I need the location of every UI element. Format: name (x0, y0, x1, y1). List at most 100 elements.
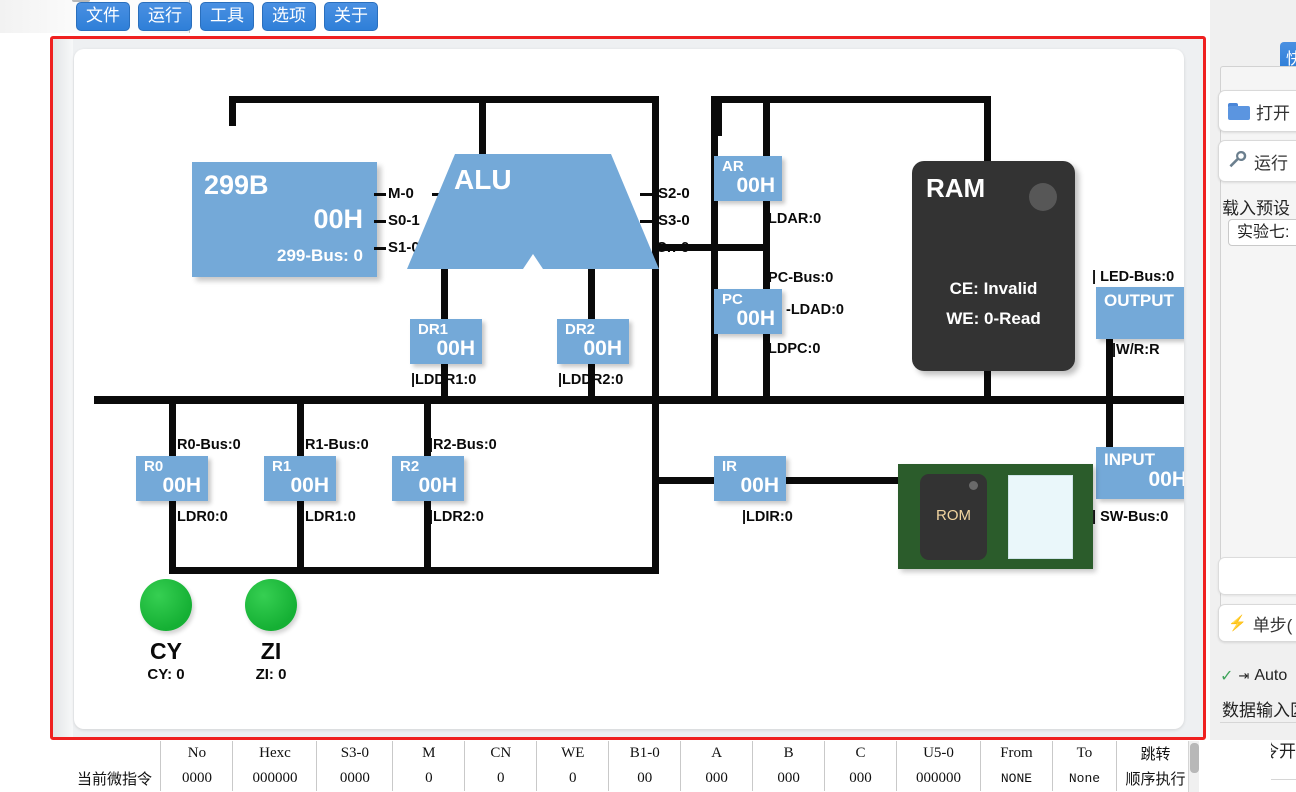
register-ir[interactable]: IR 00H (714, 456, 786, 501)
register-r1[interactable]: R1 00H (264, 456, 336, 501)
microinstruction-grid: No Hexc S3-0 M CN WE B1-0 A B C U5-0 Fro… (75, 741, 1196, 791)
alu-pin-dash-m0 (374, 193, 386, 196)
register-pc[interactable]: PC 00H (714, 289, 782, 334)
cell-u5-0: 000000 (896, 766, 981, 791)
register-output-label: OUTPUT (1104, 291, 1174, 310)
run-label: 运行 (1254, 153, 1288, 173)
bus-drop-299b (229, 96, 236, 126)
alu-pin-s2-0: S2-0 (658, 185, 690, 202)
cell-m: 0 (392, 766, 466, 791)
cell-jump: 顺序执行 (1116, 766, 1196, 791)
auto-checkbox[interactable]: ✓ ⇥ Auto (1220, 666, 1287, 686)
register-dr2[interactable]: DR2 00H (557, 319, 629, 364)
register-ar-name: AR (722, 158, 744, 175)
register-r0-value: 00H (162, 473, 201, 497)
th-a: A (680, 741, 754, 766)
lightning-icon: ⇥ (1238, 668, 1250, 683)
sidebar-tab-quick[interactable]: 快 (1280, 42, 1296, 68)
cell-hexc: 000000 (232, 766, 318, 791)
bus-main-horizontal (94, 396, 1184, 404)
run-button[interactable]: 运行 (1218, 140, 1296, 182)
signal-ldad: -LDAD:0 (786, 302, 844, 318)
step-button[interactable]: ⚡ 单步( (1218, 604, 1296, 642)
th-no: No (160, 741, 234, 766)
cell-b1-0: 00 (608, 766, 682, 791)
register-ir-name: IR (722, 458, 737, 475)
th-cn: CN (464, 741, 538, 766)
bus-ram-in (984, 119, 991, 164)
register-r1-value: 00H (290, 473, 329, 497)
preset-select[interactable]: 实验七: (1228, 219, 1296, 246)
table-row[interactable]: 当前微指令 0000 000000 0000 0 0 0 00 000 000 … (75, 766, 1196, 791)
led-zi-icon (245, 579, 297, 631)
register-r0[interactable]: R0 00H (136, 456, 208, 501)
led-zi-value: ZI: 0 (255, 666, 287, 683)
table-scrollbar[interactable] (1188, 741, 1199, 792)
microinstruction-table: No Hexc S3-0 M CN WE B1-0 A B C U5-0 Fro… (75, 741, 1271, 792)
register-input[interactable]: INPUT 00H (1096, 447, 1184, 499)
rom-board[interactable]: ROM (898, 464, 1093, 569)
menu-tab-list: 文件 运行 工具 选项 关于 (76, 2, 378, 31)
signal-r0-bus: |R0-Bus:0 (173, 437, 241, 453)
bus-ar-branch (715, 96, 770, 103)
check-icon: ✓ (1220, 668, 1234, 685)
signal-ldpc: |LDPC:0 (764, 341, 821, 357)
th-hexc: Hexc (232, 741, 318, 766)
led-zi-title: ZI (260, 638, 282, 664)
cell-b: 000 (752, 766, 826, 791)
register-ar[interactable]: AR 00H (714, 156, 782, 201)
menu-item-tools[interactable]: 工具 (200, 2, 254, 31)
preset-label: 载入预设 (1222, 199, 1290, 218)
ram-label: RAM (926, 173, 986, 203)
menu-item-run[interactable]: 运行 (138, 2, 192, 31)
signal-ldar: |LDAR:0 (764, 211, 822, 227)
alu-block[interactable]: ALU (407, 154, 659, 269)
bus-top-mid (479, 96, 659, 103)
register-output[interactable]: OUTPUT (1096, 287, 1184, 339)
th-blank (75, 741, 162, 766)
application-window: 文件 运行 工具 选项 关于 299B 00H 299-Bus: 0 M-0 S… (0, 0, 1296, 792)
alu-pin-dash-s20 (640, 193, 654, 196)
signal-ldir: |LDIR:0 (742, 509, 793, 525)
th-m: M (392, 741, 466, 766)
register-dr1[interactable]: DR1 00H (410, 319, 482, 364)
menu-item-options[interactable]: 选项 (262, 2, 316, 31)
th-s3-0: S3-0 (316, 741, 394, 766)
register-299b[interactable]: 299B 00H 299-Bus: 0 (192, 162, 377, 277)
diagram-frame: 299B 00H 299-Bus: 0 M-0 S0-1 S1-0 ALU S2… (53, 39, 1203, 737)
sidebar-divider-1 (1220, 722, 1296, 723)
sidebar-blank-button[interactable] (1218, 557, 1296, 595)
ram-block[interactable]: RAM CE: Invalid WE: 0-Read (912, 161, 1075, 371)
th-to: To (1052, 741, 1117, 766)
register-dr2-name: DR2 (565, 321, 596, 338)
cell-to: None (1052, 766, 1117, 791)
th-b: B (752, 741, 826, 766)
menu-item-about[interactable]: 关于 (324, 2, 378, 31)
signal-r2-bus: |R2-Bus:0 (429, 437, 497, 453)
rom-label: ROM (936, 507, 971, 524)
open-file-button[interactable]: 打开 (1218, 90, 1296, 132)
table-scrollbar-thumb[interactable] (1190, 743, 1199, 773)
alu-pin-s3-0: S3-0 (658, 212, 690, 229)
rom-window (1008, 475, 1073, 559)
register-r2[interactable]: R2 00H (392, 456, 464, 501)
register-299b-name: 299B (204, 170, 269, 200)
rom-chip: ROM (920, 474, 987, 560)
alu-pin-dash-s10 (374, 247, 386, 250)
register-ar-value: 00H (736, 173, 775, 197)
menu-item-file[interactable]: 文件 (76, 2, 130, 31)
bus-drop-alu-in (479, 96, 486, 156)
register-pc-name: PC (722, 291, 743, 308)
register-dr1-value: 00H (436, 336, 475, 360)
datapath-canvas[interactable]: 299B 00H 299-Bus: 0 M-0 S0-1 S1-0 ALU S2… (74, 49, 1184, 729)
cell-no: 0000 (160, 766, 234, 791)
signal-wr: |W/R:R (1112, 342, 1160, 358)
signal-lddr1: |LDDR1:0 (411, 372, 477, 388)
open-file-label: 打开 (1256, 103, 1290, 123)
register-pc-value: 00H (736, 306, 775, 330)
alu-label: ALU (454, 164, 512, 195)
signal-sw-bus: | SW-Bus:0 (1092, 509, 1169, 525)
data-input-label: 数据输入区 (1222, 701, 1296, 720)
signal-led-bus: | LED-Bus:0 (1092, 269, 1175, 285)
th-from: From (980, 741, 1053, 766)
